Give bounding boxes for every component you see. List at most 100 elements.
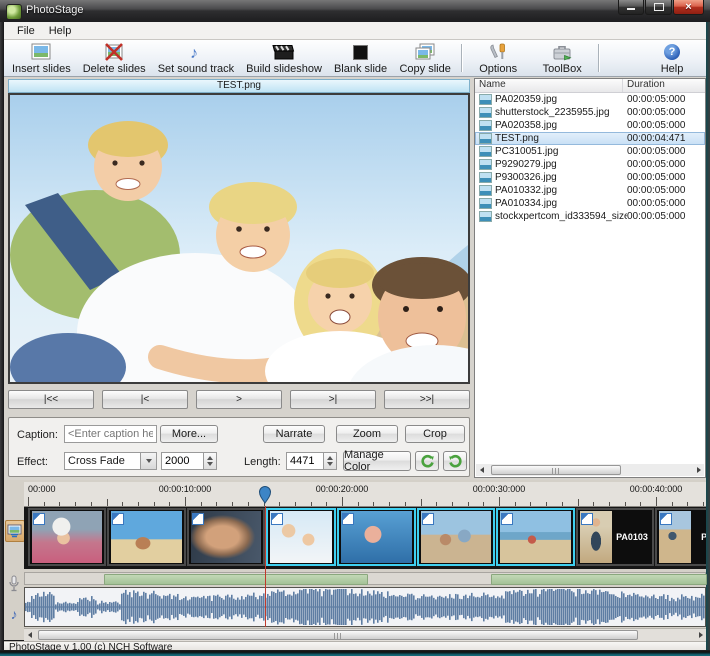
copy-slide-button[interactable]: Copy slide bbox=[393, 40, 457, 76]
column-duration[interactable]: Duration bbox=[623, 79, 705, 92]
scroll-right-icon[interactable] bbox=[695, 630, 706, 640]
file-list-row[interactable]: PC310051.jpg 00:00:05:000 bbox=[475, 145, 705, 158]
clip-edit-icon[interactable] bbox=[581, 513, 593, 525]
crop-button[interactable]: Crop bbox=[405, 425, 465, 443]
build-slideshow-button[interactable]: Build slideshow bbox=[240, 40, 328, 76]
effect-duration-input[interactable] bbox=[161, 452, 204, 470]
list-scrollbar-thumb[interactable] bbox=[491, 465, 621, 475]
blank-slide-button[interactable]: Blank slide bbox=[328, 40, 393, 76]
file-name: P9300326.jpg bbox=[495, 172, 627, 183]
ruler-tick bbox=[640, 502, 641, 506]
close-button[interactable]: × bbox=[673, 0, 704, 15]
minimize-icon bbox=[627, 8, 635, 10]
timeline-scrollbar-thumb[interactable] bbox=[38, 630, 638, 640]
effect-duration-spinner[interactable] bbox=[204, 452, 217, 470]
audio-waveform bbox=[25, 588, 705, 626]
list-horizontal-scrollbar[interactable] bbox=[476, 464, 704, 476]
toolbar-separator bbox=[598, 44, 599, 72]
ruler-tick bbox=[389, 502, 390, 506]
go-to-end-button[interactable]: >>| bbox=[384, 390, 470, 409]
toolbox-button[interactable]: ToolBox bbox=[530, 40, 594, 76]
maximize-button[interactable] bbox=[645, 0, 672, 15]
ruler-tick bbox=[703, 502, 704, 506]
minimize-button[interactable] bbox=[618, 0, 644, 15]
narration-segment[interactable] bbox=[491, 574, 707, 585]
clip-edit-icon[interactable] bbox=[271, 513, 283, 525]
ruler-tick bbox=[326, 502, 327, 506]
microphone-icon[interactable] bbox=[5, 574, 23, 594]
narrate-button[interactable]: Narrate bbox=[263, 425, 325, 443]
caption-input[interactable] bbox=[64, 425, 157, 443]
audio-track[interactable] bbox=[24, 587, 706, 627]
timeline-clip[interactable] bbox=[107, 508, 186, 566]
file-list-row[interactable]: PA020358.jpg 00:00:05:000 bbox=[475, 119, 705, 132]
clip-edit-icon[interactable] bbox=[192, 513, 204, 525]
timeline-clip[interactable] bbox=[417, 508, 495, 566]
playhead-marker[interactable] bbox=[259, 486, 271, 504]
timeline-horizontal-scrollbar[interactable] bbox=[24, 628, 706, 641]
clip-edit-icon[interactable] bbox=[112, 513, 124, 525]
effect-dropdown[interactable]: Cross Fade bbox=[64, 452, 157, 470]
file-list-row[interactable]: PA010334.jpg 00:00:05:000 bbox=[475, 197, 705, 210]
scroll-left-icon[interactable] bbox=[476, 465, 487, 475]
image-file-icon bbox=[479, 185, 492, 196]
length-spinner[interactable] bbox=[324, 452, 337, 470]
file-duration: 00:00:05:000 bbox=[627, 146, 705, 157]
rotate-right-button[interactable] bbox=[443, 451, 467, 471]
scroll-left-icon[interactable] bbox=[24, 630, 35, 640]
timeline-clip[interactable] bbox=[337, 508, 416, 566]
clip-edit-icon[interactable] bbox=[33, 513, 45, 525]
set-sound-track-button[interactable]: ♪ Set sound track bbox=[152, 40, 240, 76]
preview-title-bar: TEST.png bbox=[8, 79, 470, 93]
timeline-clip[interactable] bbox=[496, 508, 575, 566]
clip-edit-icon[interactable] bbox=[660, 513, 672, 525]
more-button[interactable]: More... bbox=[160, 425, 218, 443]
zoom-button[interactable]: Zoom bbox=[336, 425, 398, 443]
help-button[interactable]: ? Help bbox=[640, 40, 704, 76]
insert-slides-button[interactable]: Insert slides bbox=[6, 40, 77, 76]
manage-color-button[interactable]: Manage Color bbox=[343, 451, 411, 471]
timeline-clip[interactable]: PA bbox=[655, 508, 706, 566]
timeline-clip[interactable] bbox=[266, 508, 336, 566]
file-list-row[interactable]: PA010332.jpg 00:00:05:000 bbox=[475, 184, 705, 197]
menu-help[interactable]: Help bbox=[42, 24, 79, 38]
clip-edit-icon[interactable] bbox=[342, 513, 354, 525]
ruler-tick bbox=[358, 502, 359, 506]
scroll-right-icon[interactable] bbox=[693, 465, 704, 475]
timeline-ruler[interactable]: 00:00000:00:10:00000:00:20:00000:00:30:0… bbox=[24, 482, 706, 507]
list-header[interactable]: Name Duration bbox=[475, 79, 705, 93]
timeline-clip[interactable] bbox=[187, 508, 265, 566]
file-duration: 00:00:05:000 bbox=[627, 107, 705, 118]
play-button[interactable]: > bbox=[196, 390, 282, 409]
clip-edit-icon[interactable] bbox=[422, 513, 434, 525]
file-list-row[interactable]: P9300326.jpg 00:00:05:000 bbox=[475, 171, 705, 184]
delete-slides-icon bbox=[102, 42, 126, 62]
music-track-icon[interactable]: ♪ bbox=[5, 604, 23, 624]
slide-track[interactable]: PA0103PA bbox=[24, 507, 706, 569]
next-slide-button[interactable]: >| bbox=[290, 390, 376, 409]
clip-edit-icon[interactable] bbox=[501, 513, 513, 525]
file-list-row[interactable]: stockxpertcom_id333594_size1.jpg 00:00:0… bbox=[475, 210, 705, 223]
ruler-tick bbox=[232, 502, 233, 506]
length-input[interactable] bbox=[286, 452, 324, 470]
file-list-row[interactable]: shutterstock_2235955.jpg 00:00:05:000 bbox=[475, 106, 705, 119]
previous-slide-button[interactable]: |< bbox=[102, 390, 188, 409]
slide-track-icon[interactable] bbox=[5, 520, 25, 542]
menu-file[interactable]: File bbox=[10, 24, 42, 38]
delete-slides-button[interactable]: Delete slides bbox=[77, 40, 152, 76]
file-list-row[interactable]: P9290279.jpg 00:00:05:000 bbox=[475, 158, 705, 171]
insert-slides-icon bbox=[29, 42, 53, 62]
ruler-label: 00:00:30:000 bbox=[473, 484, 526, 494]
options-button[interactable]: Options bbox=[466, 40, 530, 76]
help-icon: ? bbox=[664, 42, 680, 62]
narration-track[interactable] bbox=[24, 572, 706, 585]
rotate-left-button[interactable] bbox=[415, 451, 439, 471]
go-to-start-button[interactable]: |<< bbox=[8, 390, 94, 409]
timeline-clip[interactable] bbox=[28, 508, 106, 566]
timeline-clip[interactable]: PA0103 bbox=[576, 508, 654, 566]
file-list-row[interactable]: TEST.png 00:00:04:471 bbox=[475, 132, 705, 145]
file-list-row[interactable]: PA020359.jpg 00:00:05:000 bbox=[475, 93, 705, 106]
title-bar[interactable]: PhotoStage × bbox=[0, 0, 710, 23]
column-name[interactable]: Name bbox=[475, 79, 623, 92]
narration-segment[interactable] bbox=[104, 574, 368, 585]
